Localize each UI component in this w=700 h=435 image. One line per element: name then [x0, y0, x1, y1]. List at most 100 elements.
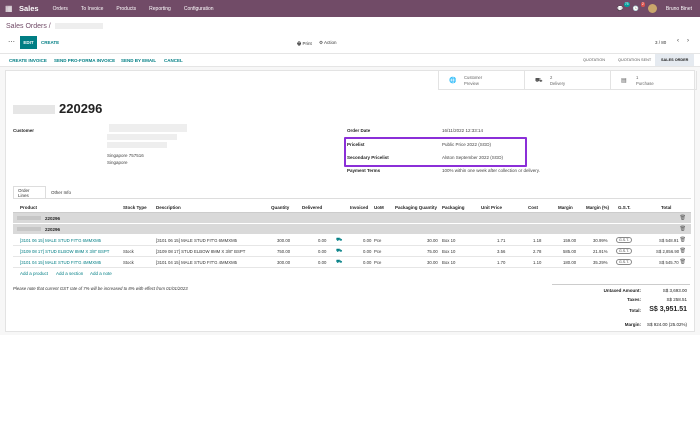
total-label: Total: — [629, 308, 641, 313]
cell-delivered: 0.00 — [318, 260, 327, 265]
col-packaging[interactable]: Packaging — [442, 205, 465, 210]
col-invoiced[interactable]: Invoiced — [350, 205, 368, 210]
cell-product[interactable]: [3101 04 15] MALE STUD FIT'G 4MMXM5 — [20, 260, 101, 265]
margin-label: Margin: — [624, 322, 641, 327]
section-row[interactable]: 220296 🗑 — [13, 213, 691, 223]
col-gst[interactable]: G.S.T. — [618, 205, 631, 210]
purchase-button[interactable]: ▤ 1 Purchase — [611, 71, 697, 90]
cell-margin: 585.00 — [563, 249, 577, 254]
add-section-link[interactable]: Add a section — [56, 271, 83, 276]
cell-delivered: 0.00 — [318, 238, 327, 243]
cell-unit-price: 1.70 — [497, 260, 506, 265]
breadcrumb-sales-orders[interactable]: Sales Orders / — [6, 23, 51, 30]
col-total[interactable]: Total — [661, 205, 671, 210]
table-row[interactable]: [3109 08 17] STUD ELBOW 8MM X 3/8" BSPT … — [13, 246, 691, 257]
breadcrumb-current-redacted — [54, 23, 103, 30]
truck-icon[interactable]: ⛟ — [336, 237, 342, 244]
menu-products[interactable]: Products — [116, 6, 136, 12]
col-uom[interactable]: UoM — [374, 205, 384, 210]
col-delivered[interactable]: Delivered — [302, 205, 322, 210]
delivery-count: 2 — [550, 75, 553, 80]
cell-product[interactable]: [3101 06 15] MALE STUD FIT'G 6MMXM5 — [20, 238, 101, 243]
edit-button[interactable]: EDIT — [20, 36, 37, 49]
form-action-bar: CREATE INVOICE SEND PRO-FORMA INVOICE SE… — [0, 53, 700, 67]
chat-icon[interactable]: 💬 75 — [617, 1, 630, 12]
apps-menu-icon[interactable]: ▦ — [5, 4, 19, 13]
trash-icon[interactable]: 🗑 — [680, 259, 686, 265]
status-quotation-sent[interactable]: QUOTATION SENT — [612, 54, 657, 66]
cell-packaging: Box 10 — [442, 238, 456, 243]
status-sales-order[interactable]: SALES ORDER — [655, 54, 695, 66]
smart-button-label: Delivery — [550, 81, 566, 86]
col-description[interactable]: Description — [156, 205, 181, 210]
menu-configuration[interactable]: Configuration — [184, 6, 214, 12]
status-quotation[interactable]: QUOTATION — [577, 54, 611, 66]
col-margin[interactable]: Margin — [558, 205, 573, 210]
col-margin-pct[interactable]: Margin (%) — [586, 205, 609, 210]
add-product-link[interactable]: Add a product — [20, 271, 48, 276]
print-label: Print — [302, 41, 312, 46]
tax-tag[interactable]: G.S.T. — [616, 248, 632, 254]
cell-delivered: 0.00 — [318, 249, 327, 254]
delivery-button[interactable]: ⛟ 2 Delivery — [525, 71, 611, 90]
app-name[interactable]: Sales — [19, 4, 39, 13]
cell-margin-pct: 21.91% — [593, 249, 608, 254]
taxes-label: Taxes: — [627, 297, 641, 302]
cancel-button[interactable]: CANCEL — [164, 58, 183, 63]
customer-address-redacted — [107, 134, 177, 140]
section-prefix-redacted — [17, 227, 41, 231]
trash-icon[interactable]: 🗑 — [680, 215, 686, 221]
col-stock-type[interactable]: Stock Type — [123, 205, 147, 210]
print-menu[interactable]: 🖶 Print — [297, 40, 312, 48]
cell-total: S$ 545.70 — [659, 260, 679, 265]
col-product[interactable]: Product — [20, 205, 37, 210]
untaxed-amount-label: Untaxed Amount: — [603, 288, 641, 293]
order-date-value[interactable]: 16/11/2022 12:33:14 — [442, 128, 483, 133]
cell-total: S$ 2,856.90 — [656, 249, 680, 254]
order-number: 220296 — [59, 101, 103, 116]
cell-description: [3101 06 15] MALE STUD FIT'G 6MMXM5 — [156, 238, 238, 243]
create-button[interactable]: CREATE — [41, 40, 59, 45]
trash-icon[interactable]: 🗑 — [680, 226, 686, 232]
create-invoice-button[interactable]: CREATE INVOICE — [9, 58, 47, 63]
section-row[interactable]: 220296 🗑 — [13, 224, 691, 234]
send-by-email-button[interactable]: SEND BY EMAIL — [121, 58, 156, 63]
invoice-icon: ▤ — [621, 78, 627, 84]
tax-tag[interactable]: G.S.T. — [616, 237, 632, 243]
col-cost[interactable]: Cost — [528, 205, 538, 210]
action-label: Action — [324, 40, 337, 45]
pager-previous-button[interactable]: ‹ — [677, 38, 679, 44]
more-options-icon[interactable]: ⋯ — [8, 38, 15, 46]
chat-badge: 75 — [623, 1, 630, 7]
col-packaging-quantity[interactable]: Packaging Quantity — [395, 205, 437, 210]
col-quantity[interactable]: Quantity — [271, 205, 289, 210]
menu-to-invoice[interactable]: To Invoice — [81, 6, 104, 12]
trash-icon[interactable]: 🗑 — [680, 248, 686, 254]
cell-invoiced: 0.00 — [363, 260, 372, 265]
cell-margin-pct: 30.99% — [593, 238, 608, 243]
customer-preview-button[interactable]: 🌐 Customer Preview — [439, 71, 525, 90]
tax-tag[interactable]: G.S.T. — [616, 259, 632, 265]
cell-product[interactable]: [3109 08 17] STUD ELBOW 8MM X 3/8" BSPT — [20, 249, 109, 254]
cell-packaging: Box 10 — [442, 249, 456, 254]
truck-icon[interactable]: ⛟ — [336, 259, 342, 266]
menu-orders[interactable]: Orders — [53, 6, 68, 12]
add-note-link[interactable]: Add a note — [90, 271, 112, 276]
menu-reporting[interactable]: Reporting — [149, 6, 171, 12]
payment-terms-value[interactable]: 100% within one week after collection or… — [442, 168, 540, 173]
user-name[interactable]: Bruno Binet — [666, 6, 692, 12]
action-menu[interactable]: ⚙ Action — [319, 40, 337, 46]
customer-name-redacted[interactable] — [109, 124, 187, 132]
user-avatar[interactable] — [647, 4, 657, 13]
send-proforma-button[interactable]: SEND PRO-FORMA INVOICE — [54, 58, 115, 63]
cell-stock-type: Stock — [123, 249, 134, 254]
pager-next-button[interactable]: › — [687, 38, 689, 44]
col-unit-price[interactable]: Unit Price — [481, 205, 502, 210]
pager-value[interactable]: 3 / 80 — [655, 40, 666, 45]
pricelist-highlight-box — [344, 137, 527, 167]
table-row[interactable]: [3101 06 15] MALE STUD FIT'G 6MMXM5 [310… — [13, 235, 691, 246]
table-row[interactable]: [3101 04 15] MALE STUD FIT'G 4MMXM5 Stoc… — [13, 257, 691, 268]
activity-icon[interactable]: 🕓 2 — [633, 1, 645, 12]
truck-icon[interactable]: ⛟ — [336, 248, 342, 255]
trash-icon[interactable]: 🗑 — [680, 237, 686, 243]
